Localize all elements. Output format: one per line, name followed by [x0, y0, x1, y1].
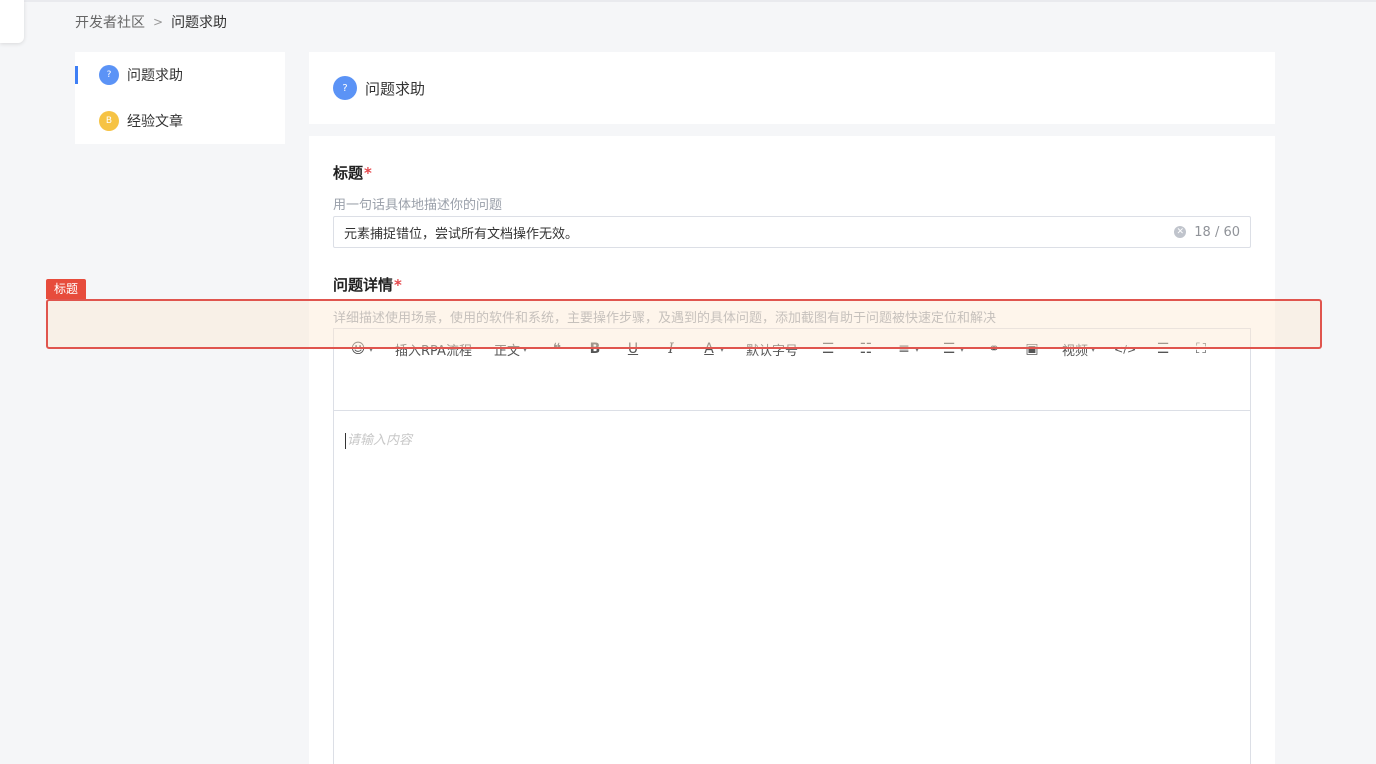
breadcrumb-current: 问题求助 — [171, 15, 228, 31]
sidebar-item-question-help[interactable]: ? 问题求助 — [75, 52, 285, 98]
page-title: 问题求助 — [365, 79, 426, 98]
article-badge-icon: B — [99, 111, 119, 131]
sidebar-item-label: 问题求助 — [127, 68, 183, 84]
title-char-counter: 18 / 60 — [1194, 224, 1240, 240]
top-border — [0, 0, 1376, 2]
title-label: 标题* — [333, 162, 372, 183]
page-header: ? 问题求助 — [309, 52, 1275, 124]
title-input[interactable]: 元素捕捉错位，尝试所有文档操作无效。 ✕ 18 / 60 — [333, 216, 1251, 248]
annotation-tag: 标题 — [46, 279, 87, 299]
clear-icon[interactable]: ✕ — [1174, 226, 1187, 238]
question-badge-icon: ? — [99, 65, 119, 85]
breadcrumb: 开发者社区 > 问题求助 — [75, 12, 227, 32]
title-input-value[interactable]: 元素捕捉错位，尝试所有文档操作无效。 — [344, 223, 1174, 242]
rich-text-editor: ☺ ▾ 插入RPA流程 正文 ▾ ❝ B U I A ▾ 默认字号 ☰ ☷ ≡ ▾ ☰ ▾… — [333, 328, 1251, 764]
breadcrumb-separator: > — [153, 15, 164, 29]
editor-content-area[interactable]: 请输入内容 — [334, 411, 1250, 467]
required-mark: * — [394, 276, 402, 294]
required-mark: * — [364, 164, 372, 182]
question-form: 标题* 用一句话具体地描述你的问题 元素捕捉错位，尝试所有文档操作无效。 ✕ 1… — [309, 136, 1275, 764]
top-left-card — [0, 0, 24, 43]
detail-label-text: 问题详情 — [333, 276, 394, 294]
breadcrumb-root[interactable]: 开发者社区 — [75, 12, 145, 32]
question-badge-icon: ? — [333, 76, 357, 100]
detail-label: 问题详情* — [333, 274, 402, 295]
text-cursor — [345, 432, 346, 449]
editor-placeholder: 请输入内容 — [347, 433, 413, 448]
annotation-highlight-box — [46, 299, 1322, 349]
title-hint: 用一句话具体地描述你的问题 — [333, 198, 503, 213]
title-label-text: 标题 — [333, 164, 364, 182]
sidebar-item-experience-article[interactable]: B 经验文章 — [75, 98, 285, 144]
sidebar-item-label: 经验文章 — [127, 114, 183, 130]
sidebar: ? 问题求助 B 经验文章 — [75, 52, 285, 144]
